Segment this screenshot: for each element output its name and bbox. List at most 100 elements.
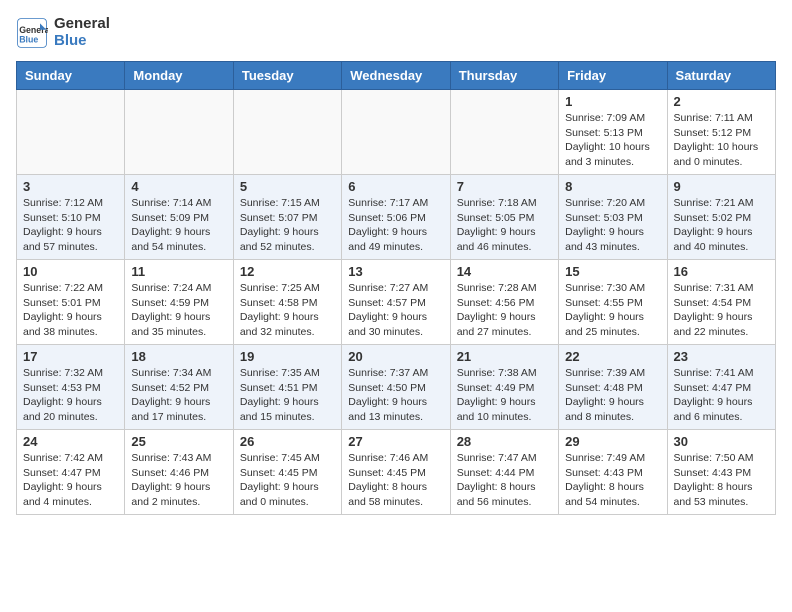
calendar-cell: 18 Sunrise: 7:34 AM Sunset: 4:52 PM Dayli… (125, 345, 233, 430)
day-number: 11 (131, 264, 226, 279)
calendar-cell: 23 Sunrise: 7:41 AM Sunset: 4:47 PM Dayli… (667, 345, 775, 430)
day-info: Sunrise: 7:18 AM Sunset: 5:05 PM Dayligh… (457, 196, 552, 255)
calendar-cell: 11 Sunrise: 7:24 AM Sunset: 4:59 PM Dayli… (125, 260, 233, 345)
svg-text:General: General (19, 25, 48, 35)
weekday-header-monday: Monday (125, 62, 233, 90)
calendar-cell: 9 Sunrise: 7:21 AM Sunset: 5:02 PM Daylig… (667, 175, 775, 260)
calendar-cell: 29Sunrise: 7:49 AM Sunset: 4:43 PM Dayli… (559, 430, 667, 515)
calendar-cell: 12Sunrise: 7:25 AM Sunset: 4:58 PM Dayli… (233, 260, 341, 345)
day-info: Sunrise: 7:31 AM Sunset: 4:54 PM Dayligh… (674, 281, 769, 340)
weekday-header-thursday: Thursday (450, 62, 558, 90)
day-number: 30 (674, 434, 769, 449)
weekday-header-wednesday: Wednesday (342, 62, 450, 90)
calendar-cell: 2Sunrise: 7:11 AM Sunset: 5:12 PM Daylig… (667, 90, 775, 175)
day-info: Sunrise: 7:14 AM Sunset: 5:09 PM Dayligh… (131, 196, 226, 255)
day-info: Sunrise: 7:50 AM Sunset: 4:43 PM Dayligh… (674, 451, 769, 510)
calendar-cell: 16 Sunrise: 7:31 AM Sunset: 4:54 PM Dayli… (667, 260, 775, 345)
calendar-cell (450, 90, 558, 175)
weekday-header-sunday: Sunday (17, 62, 125, 90)
calendar-cell: 24Sunrise: 7:42 AM Sunset: 4:47 PM Dayli… (17, 430, 125, 515)
day-info: Sunrise: 7:45 AM Sunset: 4:45 PM Dayligh… (240, 451, 335, 510)
weekday-header-row: SundayMondayTuesdayWednesdayThursdayFrid… (17, 62, 776, 90)
day-info: Sunrise: 7:21 AM Sunset: 5:02 PM Dayligh… (674, 196, 769, 255)
day-info: Sunrise: 7:24 AM Sunset: 4:59 PM Dayligh… (131, 281, 226, 340)
day-number: 13 (348, 264, 443, 279)
week-row-3: 10 Sunrise: 7:22 AM Sunset: 5:01 PM Dayli… (17, 260, 776, 345)
weekday-header-friday: Friday (559, 62, 667, 90)
calendar-cell: 10 Sunrise: 7:22 AM Sunset: 5:01 PM Dayli… (17, 260, 125, 345)
calendar-cell: 4Sunrise: 7:14 AM Sunset: 5:09 PM Daylig… (125, 175, 233, 260)
day-number: 26 (240, 434, 335, 449)
day-number: 17 (23, 349, 118, 364)
calendar-body: 1 Sunrise: 7:09 AM Sunset: 5:13 PM Daylig… (17, 90, 776, 515)
calendar-cell: 13 Sunrise: 7:27 AM Sunset: 4:57 PM Dayli… (342, 260, 450, 345)
calendar-cell: 22 Sunrise: 7:39 AM Sunset: 4:48 PM Dayli… (559, 345, 667, 430)
day-info: Sunrise: 7:30 AM Sunset: 4:55 PM Dayligh… (565, 281, 660, 340)
calendar-cell: 1 Sunrise: 7:09 AM Sunset: 5:13 PM Daylig… (559, 90, 667, 175)
day-info: Sunrise: 7:09 AM Sunset: 5:13 PM Dayligh… (565, 111, 660, 170)
calendar-cell: 20Sunrise: 7:37 AM Sunset: 4:50 PM Dayli… (342, 345, 450, 430)
day-info: Sunrise: 7:42 AM Sunset: 4:47 PM Dayligh… (23, 451, 118, 510)
day-number: 27 (348, 434, 443, 449)
logo-icon: General Blue (16, 17, 48, 49)
calendar-cell: 25Sunrise: 7:43 AM Sunset: 4:46 PM Dayli… (125, 430, 233, 515)
day-number: 21 (457, 349, 552, 364)
day-number: 6 (348, 179, 443, 194)
day-number: 23 (674, 349, 769, 364)
logo-text: General Blue (54, 16, 110, 49)
calendar-cell: 17 Sunrise: 7:32 AM Sunset: 4:53 PM Dayli… (17, 345, 125, 430)
day-info: Sunrise: 7:17 AM Sunset: 5:06 PM Dayligh… (348, 196, 443, 255)
day-info: Sunrise: 7:39 AM Sunset: 4:48 PM Dayligh… (565, 366, 660, 425)
calendar-cell: 14 Sunrise: 7:28 AM Sunset: 4:56 PM Dayli… (450, 260, 558, 345)
day-number: 28 (457, 434, 552, 449)
day-info: Sunrise: 7:20 AM Sunset: 5:03 PM Dayligh… (565, 196, 660, 255)
calendar-header: SundayMondayTuesdayWednesdayThursdayFrid… (17, 62, 776, 90)
day-number: 25 (131, 434, 226, 449)
week-row-5: 24Sunrise: 7:42 AM Sunset: 4:47 PM Dayli… (17, 430, 776, 515)
day-info: Sunrise: 7:22 AM Sunset: 5:01 PM Dayligh… (23, 281, 118, 340)
calendar-cell (233, 90, 341, 175)
day-info: Sunrise: 7:11 AM Sunset: 5:12 PM Dayligh… (674, 111, 769, 170)
week-row-4: 17 Sunrise: 7:32 AM Sunset: 4:53 PM Dayli… (17, 345, 776, 430)
day-number: 14 (457, 264, 552, 279)
calendar-cell: 5Sunrise: 7:15 AM Sunset: 5:07 PM Daylig… (233, 175, 341, 260)
day-number: 1 (565, 94, 660, 109)
calendar-cell (342, 90, 450, 175)
day-info: Sunrise: 7:38 AM Sunset: 4:49 PM Dayligh… (457, 366, 552, 425)
day-number: 19 (240, 349, 335, 364)
day-info: Sunrise: 7:47 AM Sunset: 4:44 PM Dayligh… (457, 451, 552, 510)
calendar-cell: 28 Sunrise: 7:47 AM Sunset: 4:44 PM Dayli… (450, 430, 558, 515)
calendar-cell: 26 Sunrise: 7:45 AM Sunset: 4:45 PM Dayli… (233, 430, 341, 515)
day-number: 18 (131, 349, 226, 364)
day-info: Sunrise: 7:12 AM Sunset: 5:10 PM Dayligh… (23, 196, 118, 255)
day-info: Sunrise: 7:15 AM Sunset: 5:07 PM Dayligh… (240, 196, 335, 255)
calendar-cell: 27 Sunrise: 7:46 AM Sunset: 4:45 PM Dayli… (342, 430, 450, 515)
calendar-table: SundayMondayTuesdayWednesdayThursdayFrid… (16, 61, 776, 515)
day-info: Sunrise: 7:28 AM Sunset: 4:56 PM Dayligh… (457, 281, 552, 340)
day-number: 9 (674, 179, 769, 194)
day-number: 16 (674, 264, 769, 279)
page-header: General Blue General Blue (16, 16, 776, 49)
calendar-cell (17, 90, 125, 175)
svg-text:Blue: Blue (19, 34, 38, 44)
day-info: Sunrise: 7:34 AM Sunset: 4:52 PM Dayligh… (131, 366, 226, 425)
calendar-cell: 7 Sunrise: 7:18 AM Sunset: 5:05 PM Daylig… (450, 175, 558, 260)
day-info: Sunrise: 7:27 AM Sunset: 4:57 PM Dayligh… (348, 281, 443, 340)
calendar-cell: 30 Sunrise: 7:50 AM Sunset: 4:43 PM Dayli… (667, 430, 775, 515)
calendar-cell: 6 Sunrise: 7:17 AM Sunset: 5:06 PM Daylig… (342, 175, 450, 260)
logo: General Blue General Blue (16, 16, 110, 49)
calendar-cell (125, 90, 233, 175)
week-row-1: 1 Sunrise: 7:09 AM Sunset: 5:13 PM Daylig… (17, 90, 776, 175)
day-info: Sunrise: 7:41 AM Sunset: 4:47 PM Dayligh… (674, 366, 769, 425)
calendar-cell: 8Sunrise: 7:20 AM Sunset: 5:03 PM Daylig… (559, 175, 667, 260)
day-number: 7 (457, 179, 552, 194)
day-number: 15 (565, 264, 660, 279)
day-number: 10 (23, 264, 118, 279)
day-number: 29 (565, 434, 660, 449)
week-row-2: 3Sunrise: 7:12 AM Sunset: 5:10 PM Daylig… (17, 175, 776, 260)
day-info: Sunrise: 7:46 AM Sunset: 4:45 PM Dayligh… (348, 451, 443, 510)
calendar-cell: 19Sunrise: 7:35 AM Sunset: 4:51 PM Dayli… (233, 345, 341, 430)
day-number: 22 (565, 349, 660, 364)
day-info: Sunrise: 7:25 AM Sunset: 4:58 PM Dayligh… (240, 281, 335, 340)
day-info: Sunrise: 7:32 AM Sunset: 4:53 PM Dayligh… (23, 366, 118, 425)
